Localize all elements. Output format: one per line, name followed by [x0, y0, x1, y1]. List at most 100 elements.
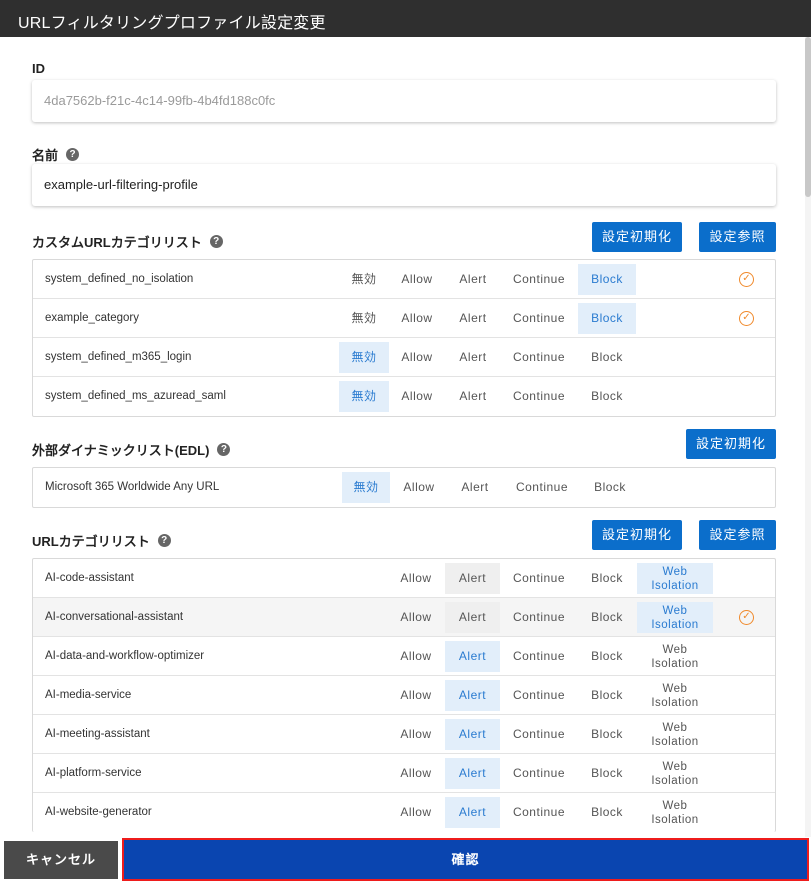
custom-url-row-name: system_defined_no_isolation — [45, 273, 194, 285]
check-circle-icon: ✓ — [739, 610, 754, 625]
edl-list: Microsoft 365 Worldwide Any URL 無効 Allow Al… — [32, 467, 776, 508]
option-alert-button[interactable]: Alert — [445, 602, 500, 633]
option-block-button[interactable]: Block — [578, 719, 636, 750]
option-alert-button[interactable]: Alert — [445, 797, 500, 828]
option-web-isolation-button[interactable]: Web Isolation — [637, 602, 713, 633]
option-label-line: Web — [662, 566, 688, 578]
custom-url-reset-button[interactable]: 設定初期化 — [592, 222, 682, 252]
option-label-line: Web — [662, 683, 688, 695]
option--button[interactable]: 無効 — [339, 264, 389, 295]
option-continue-button[interactable]: Continue — [503, 342, 575, 373]
option-web-isolation-button[interactable]: Web Isolation — [637, 719, 713, 750]
option-allow-button[interactable]: Allow — [393, 472, 445, 503]
cancel-button[interactable]: キャンセル — [4, 841, 118, 879]
option--button[interactable]: 無効 — [342, 472, 390, 503]
option-block-button[interactable]: Block — [578, 563, 636, 594]
option-label-line: Web — [662, 605, 688, 617]
option-alert-button[interactable]: Alert — [446, 303, 500, 334]
option-continue-button[interactable]: Continue — [503, 264, 575, 295]
option-continue-button[interactable]: Continue — [503, 303, 575, 334]
option-allow-button[interactable]: Allow — [388, 563, 444, 594]
option--button[interactable]: 無効 — [339, 303, 389, 334]
option-web-isolation-button[interactable]: Web Isolation — [637, 563, 713, 594]
custom-url-browse-button[interactable]: 設定参照 — [699, 222, 776, 252]
option-label-line: Isolation — [651, 619, 699, 631]
option-allow-button[interactable]: Allow — [388, 641, 444, 672]
option-continue-button[interactable]: Continue — [503, 719, 575, 750]
url-category-row: AI-data-and-workflow-optimizer Allow Alert… — [33, 637, 775, 676]
option-block-button[interactable]: Block — [578, 797, 636, 828]
name-input[interactable]: example-url-filtering-profile — [32, 164, 776, 206]
option-web-isolation-button[interactable]: Web Isolation — [637, 758, 713, 789]
option-block-button[interactable]: Block — [578, 381, 636, 412]
option-continue-button[interactable]: Continue — [503, 797, 575, 828]
option-continue-button[interactable]: Continue — [503, 602, 575, 633]
option-web-isolation-button[interactable]: Web Isolation — [637, 641, 713, 672]
url-category-row: AI-media-service Allow Alert Continue Block W… — [33, 676, 775, 715]
option--button[interactable]: 無効 — [339, 342, 389, 373]
help-icon[interactable]: ? — [209, 235, 223, 248]
option-block-button[interactable]: Block — [578, 680, 636, 711]
help-icon[interactable]: ? — [217, 443, 231, 456]
option-label-line: Web — [662, 644, 688, 656]
option-continue-button[interactable]: Continue — [503, 563, 575, 594]
option-alert-button[interactable]: Alert — [446, 381, 500, 412]
custom-url-row: system_defined_ms_azuread_saml 無効 Allow Ale… — [33, 377, 775, 416]
scrollbar-thumb[interactable] — [805, 37, 811, 197]
confirm-button[interactable]: 確認 — [122, 838, 809, 881]
url-category-row-name: AI-platform-service — [45, 767, 142, 779]
url-categories-label-text: URLカテゴリリスト — [32, 534, 150, 549]
option-allow-button[interactable]: Allow — [392, 342, 442, 373]
edl-label-text: 外部ダイナミックリスト(EDL) — [32, 443, 210, 458]
option-continue-button[interactable]: Continue — [503, 641, 575, 672]
option-web-isolation-button[interactable]: Web Isolation — [637, 680, 713, 711]
option-block-button[interactable]: Block — [578, 602, 636, 633]
name-label: 名前 ? — [32, 145, 80, 164]
dialog-title: URLフィルタリングプロファイル設定変更 — [18, 15, 326, 32]
option-continue-button[interactable]: Continue — [503, 758, 575, 789]
edl-reset-button[interactable]: 設定初期化 — [686, 429, 776, 459]
url-categories-browse-button[interactable]: 設定参照 — [699, 520, 776, 550]
option-block-button[interactable]: Block — [578, 264, 636, 295]
option-allow-button[interactable]: Allow — [392, 303, 442, 334]
scrollbar[interactable] — [805, 37, 811, 837]
option-alert-button[interactable]: Alert — [445, 719, 500, 750]
option-block-button[interactable]: Block — [581, 472, 639, 503]
option-continue-button[interactable]: Continue — [503, 680, 575, 711]
option-allow-button[interactable]: Allow — [388, 602, 444, 633]
option-continue-button[interactable]: Continue — [506, 472, 578, 503]
help-icon[interactable]: ? — [157, 534, 171, 547]
option-allow-button[interactable]: Allow — [388, 758, 444, 789]
option-allow-button[interactable]: Allow — [392, 381, 442, 412]
custom-url-row-name: example_category — [45, 312, 139, 324]
url-category-row: AI-platform-service Allow Alert Continue Blo… — [33, 754, 775, 793]
option-alert-button[interactable]: Alert — [449, 472, 501, 503]
option-allow-button[interactable]: Allow — [388, 719, 444, 750]
url-category-row-name: AI-meeting-assistant — [45, 728, 150, 740]
option-alert-button[interactable]: Alert — [446, 342, 500, 373]
option--button[interactable]: 無効 — [339, 381, 389, 412]
option-allow-button[interactable]: Allow — [388, 680, 444, 711]
option-alert-button[interactable]: Alert — [445, 680, 500, 711]
option-alert-button[interactable]: Alert — [445, 641, 500, 672]
option-web-isolation-button[interactable]: Web Isolation — [637, 797, 713, 828]
check-circle-icon: ✓ — [739, 311, 754, 326]
option-continue-button[interactable]: Continue — [503, 381, 575, 412]
url-category-row-name: AI-code-assistant — [45, 572, 134, 584]
option-block-button[interactable]: Block — [578, 758, 636, 789]
option-allow-button[interactable]: Allow — [392, 264, 442, 295]
option-allow-button[interactable]: Allow — [388, 797, 444, 828]
option-alert-button[interactable]: Alert — [445, 563, 500, 594]
option-alert-button[interactable]: Alert — [445, 758, 500, 789]
option-block-button[interactable]: Block — [578, 641, 636, 672]
option-label-line: Isolation — [651, 580, 699, 592]
custom-url-label: カスタムURLカテゴリリスト ? — [32, 232, 223, 251]
option-alert-button[interactable]: Alert — [446, 264, 500, 295]
help-icon[interactable]: ? — [66, 148, 80, 161]
option-block-button[interactable]: Block — [578, 342, 636, 373]
custom-url-row: system_defined_no_isolation 無効 Allow Alert C… — [33, 260, 775, 299]
option-block-button[interactable]: Block — [578, 303, 636, 334]
custom-url-row: example_category 無効 Allow Alert Continue Bloc… — [33, 299, 775, 338]
url-category-row-name: AI-website-generator — [45, 806, 152, 818]
url-categories-reset-button[interactable]: 設定初期化 — [592, 520, 682, 550]
